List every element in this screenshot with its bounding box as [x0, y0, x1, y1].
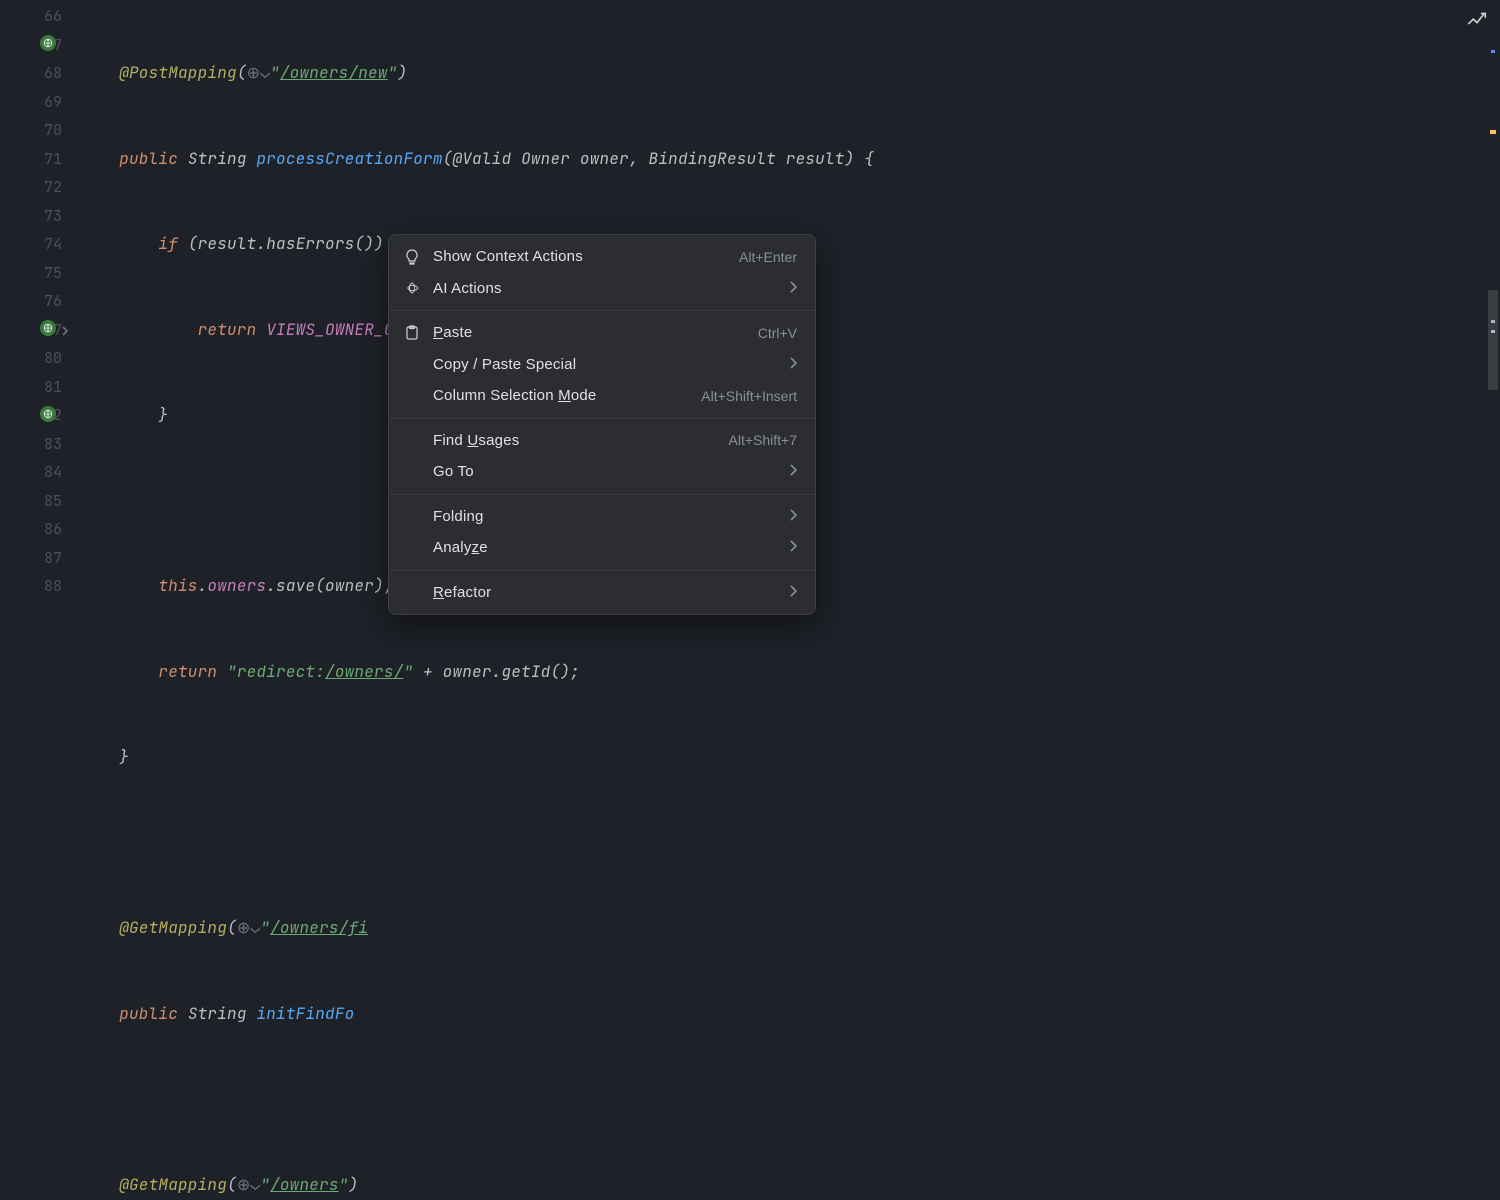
- line-number: 69: [0, 88, 80, 117]
- error-stripe[interactable]: [1488, 40, 1498, 560]
- menu-shortcut: Ctrl+V: [758, 325, 797, 341]
- menu-label: Refactor: [433, 584, 777, 601]
- web-endpoint-icon[interactable]: [40, 35, 56, 51]
- line-number: 68: [0, 59, 80, 88]
- menu-label: Go To: [433, 463, 777, 480]
- line-number: 70: [0, 116, 80, 145]
- globe-icon[interactable]: ⊕⌄: [237, 917, 260, 938]
- menu-label: Copy / Paste Special: [433, 356, 777, 373]
- stripe-mark[interactable]: [1491, 50, 1495, 53]
- line-number: 71: [0, 145, 80, 174]
- annotation: @PostMapping: [119, 62, 237, 83]
- stripe-mark[interactable]: [1491, 330, 1495, 333]
- menu-analyze[interactable]: Analyze: [389, 532, 815, 564]
- menu-context-actions[interactable]: Show Context Actions Alt+Enter: [389, 241, 815, 273]
- line-number: 87: [0, 544, 80, 573]
- chevron-right-icon: [789, 280, 797, 297]
- globe-icon[interactable]: ⊕⌄: [237, 1174, 260, 1195]
- url-path: /owners/fi: [270, 917, 368, 938]
- web-endpoint-icon[interactable]: [40, 406, 56, 422]
- context-menu[interactable]: Show Context Actions Alt+Enter AI Action…: [388, 234, 816, 615]
- menu-find-usages[interactable]: Find Usages Alt+Shift+7: [389, 425, 815, 457]
- menu-folding[interactable]: Folding: [389, 501, 815, 533]
- scroll-thumb[interactable]: [1488, 290, 1498, 390]
- menu-separator: [389, 494, 815, 495]
- chevron-right-icon: [789, 539, 797, 556]
- web-endpoint-icon[interactable]: [40, 320, 56, 336]
- paste-icon: [403, 325, 421, 341]
- line-number: 74: [0, 230, 80, 259]
- menu-go-to[interactable]: Go To: [389, 456, 815, 488]
- url-path: /owners/new: [280, 62, 388, 83]
- line-number: 85: [0, 487, 80, 516]
- stripe-mark[interactable]: [1491, 320, 1495, 323]
- menu-label: Column Selection Mode: [433, 387, 689, 404]
- menu-label: Paste: [433, 324, 746, 341]
- line-number: 84: [0, 458, 80, 487]
- line-number-gutter: 66 67 68 69 70 71 72 73 74 75 76 77 80 8…: [0, 0, 80, 600]
- chevron-right-icon: [789, 508, 797, 525]
- line-number: 76: [0, 287, 80, 316]
- chevron-right-icon[interactable]: [60, 320, 70, 341]
- menu-shortcut: Alt+Shift+Insert: [701, 388, 797, 404]
- line-number: 83: [0, 430, 80, 459]
- line-number: 86: [0, 515, 80, 544]
- line-number: 81: [0, 373, 80, 402]
- line-number: 73: [0, 202, 80, 231]
- menu-refactor[interactable]: Refactor: [389, 577, 815, 609]
- menu-separator: [389, 570, 815, 571]
- line-number: 75: [0, 259, 80, 288]
- menu-paste[interactable]: Paste Ctrl+V: [389, 317, 815, 349]
- url-path: /owners: [270, 1174, 339, 1195]
- menu-copy-paste-special[interactable]: Copy / Paste Special: [389, 349, 815, 381]
- menu-column-selection[interactable]: Column Selection Mode Alt+Shift+Insert: [389, 380, 815, 412]
- line-number: 72: [0, 173, 80, 202]
- menu-label: Analyze: [433, 539, 777, 556]
- annotation: @GetMapping: [119, 1174, 227, 1195]
- line-number: 88: [0, 572, 80, 601]
- menu-label: Find Usages: [433, 432, 717, 449]
- stripe-mark[interactable]: [1490, 130, 1496, 134]
- menu-label: Show Context Actions: [433, 248, 727, 265]
- chevron-right-icon: [789, 356, 797, 373]
- chevron-right-icon: [789, 584, 797, 601]
- menu-ai-actions[interactable]: AI Actions: [389, 273, 815, 305]
- globe-icon[interactable]: ⊕⌄: [247, 62, 270, 83]
- method-name: processCreationForm: [256, 148, 442, 169]
- ai-icon: [403, 280, 421, 296]
- bulb-icon: [403, 249, 421, 265]
- line-number: 80: [0, 344, 80, 373]
- menu-label: Folding: [433, 508, 777, 525]
- inspection-widget[interactable]: [1466, 8, 1488, 35]
- menu-label: AI Actions: [433, 280, 777, 297]
- menu-separator: [389, 310, 815, 311]
- method-name: initFindFo: [256, 1003, 354, 1024]
- annotation: @GetMapping: [119, 917, 227, 938]
- line-number: 66: [0, 2, 80, 31]
- menu-shortcut: Alt+Enter: [739, 249, 797, 265]
- menu-separator: [389, 418, 815, 419]
- chevron-right-icon: [789, 463, 797, 480]
- menu-shortcut: Alt+Shift+7: [729, 432, 798, 448]
